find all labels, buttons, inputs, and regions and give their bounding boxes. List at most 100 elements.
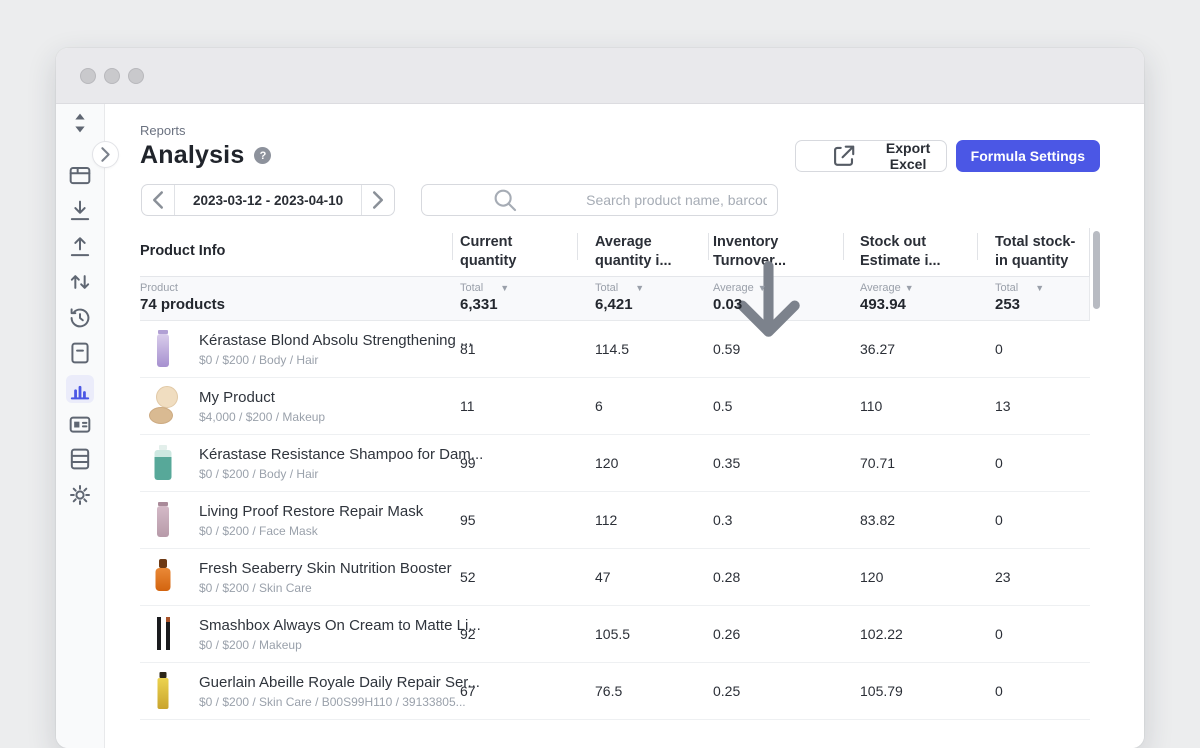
sidebar-item-settings[interactable] — [66, 481, 94, 509]
metric-cell: 0 — [977, 512, 1090, 528]
table-row[interactable]: Guerlain Abeille Royale Daily Repair Ser… — [140, 663, 1090, 720]
table-body: Kérastase Blond Absolu Strengthening ...… — [140, 321, 1090, 720]
metric-cell: 0.59 — [708, 341, 843, 357]
metric-cell: 13 — [977, 398, 1090, 414]
sidebar-item-analysis[interactable] — [66, 375, 94, 403]
metric-cell: 0.26 — [708, 626, 843, 642]
bar-chart-icon — [66, 375, 94, 403]
column-header-product-info[interactable]: Product Info — [140, 228, 452, 276]
metric-cell: 11 — [452, 398, 577, 414]
column-header-total-stock-in[interactable]: Total stock-in quantity — [977, 228, 1090, 276]
metric-cell: 36.27 — [843, 341, 977, 357]
date-range-label[interactable]: 2023-03-12 - 2023-04-10 — [174, 185, 362, 215]
formula-settings-label: Formula Settings — [971, 148, 1085, 164]
metric-cell: 81 — [452, 341, 577, 357]
product-subtitle: $0 / $200 / Makeup — [199, 638, 481, 652]
next-period-button[interactable] — [362, 185, 394, 215]
metric-cell: 0 — [977, 455, 1090, 471]
metric-cell: 52 — [452, 569, 577, 585]
summary-product-count: 74 products — [140, 296, 452, 313]
caret-down-icon[interactable]: ▼ — [1035, 284, 1044, 293]
table-row[interactable]: Smashbox Always On Cream to Matte Li... … — [140, 606, 1090, 663]
sidebar-item-upload[interactable] — [66, 233, 94, 261]
product-thumbnail — [146, 384, 180, 428]
analysis-table: Product Info Current quantity Average qu… — [140, 228, 1090, 720]
main-content: Reports Analysis ? Export Excel Formula … — [105, 104, 1144, 748]
caret-down-icon[interactable]: ▼ — [635, 284, 644, 293]
caret-down-icon[interactable]: ▼ — [758, 284, 767, 293]
metric-cell: 0.3 — [708, 512, 843, 528]
column-header-inventory-turnover[interactable]: Inventory Turnover... — [708, 228, 843, 276]
metric-cell: 76.5 — [577, 683, 708, 699]
metric-cell: 99 — [452, 455, 577, 471]
help-icon[interactable]: ? — [254, 147, 271, 164]
formula-settings-button[interactable]: Formula Settings — [956, 140, 1100, 172]
metric-cell: 6 — [577, 398, 708, 414]
product-name: Living Proof Restore Repair Mask — [199, 503, 423, 520]
export-excel-button[interactable]: Export Excel — [795, 140, 947, 172]
column-header-average-quantity[interactable]: Average quantity i... — [577, 228, 708, 276]
product-thumbnail — [146, 612, 180, 656]
sidebar-expand-button[interactable] — [92, 141, 119, 168]
metric-cell: 120 — [577, 455, 708, 471]
table-row[interactable]: Fresh Seaberry Skin Nutrition Booster $0… — [140, 549, 1090, 606]
product-thumbnail — [146, 669, 180, 713]
metric-cell: 0 — [977, 683, 1090, 699]
product-name: Kérastase Blond Absolu Strengthening ... — [199, 332, 473, 349]
summary-value: 253 — [995, 296, 1089, 313]
window-control-minimize[interactable] — [104, 68, 120, 84]
collapse-vertical-icon — [66, 109, 94, 137]
vertical-scrollbar-thumb[interactable] — [1093, 231, 1100, 309]
product-subtitle: $4,000 / $200 / Makeup — [199, 410, 325, 424]
column-header-stock-out-estimate[interactable]: Stock out Estimate i... — [843, 228, 977, 276]
upload-icon — [66, 233, 94, 261]
sidebar-item-history[interactable] — [66, 304, 94, 332]
metric-cell: 0.35 — [708, 455, 843, 471]
table-header-row: Product Info Current quantity Average qu… — [140, 228, 1090, 277]
metric-cell: 105.5 — [577, 626, 708, 642]
metric-cell: 110 — [843, 398, 977, 414]
metric-cell: 105.79 — [843, 683, 977, 699]
table-row[interactable]: Living Proof Restore Repair Mask $0 / $2… — [140, 492, 1090, 549]
table-row[interactable]: Kérastase Resistance Shampoo for Dam... … — [140, 435, 1090, 492]
window-titlebar — [56, 48, 1144, 104]
metric-cell: 120 — [843, 569, 977, 585]
caret-down-icon[interactable]: ▼ — [500, 284, 509, 293]
sidebar-item-database[interactable] — [66, 445, 94, 473]
product-subtitle: $0 / $200 / Face Mask — [199, 524, 423, 538]
table-row[interactable]: Kérastase Blond Absolu Strengthening ...… — [140, 321, 1090, 378]
sidebar-item-download[interactable] — [66, 197, 94, 225]
sidebar-item-card[interactable] — [66, 410, 94, 438]
product-thumbnail — [146, 498, 180, 542]
search-input[interactable] — [586, 192, 767, 208]
summary-aggregation-selector: Total▼ — [460, 282, 577, 294]
metric-cell: 102.22 — [843, 626, 977, 642]
previous-period-button[interactable] — [142, 185, 174, 215]
table-row[interactable]: My Product $4,000 / $200 / Makeup 11 6 0… — [140, 378, 1090, 435]
window-control-close[interactable] — [80, 68, 96, 84]
summary-label-product: Product — [140, 282, 452, 294]
column-header-current-quantity[interactable]: Current quantity — [452, 228, 577, 276]
product-thumbnail — [146, 441, 180, 485]
search-icon — [432, 185, 578, 215]
sidebar-item-archive[interactable] — [66, 161, 94, 189]
product-subtitle: $0 / $200 / Skin Care / B00S99H110 / 391… — [199, 695, 480, 709]
metric-cell: 0 — [977, 341, 1090, 357]
search-box — [421, 184, 778, 216]
sidebar-item-collapse[interactable] — [66, 109, 94, 137]
chevron-right-icon — [93, 142, 118, 167]
metric-cell: 0 — [977, 626, 1090, 642]
sidebar-item-transfer[interactable] — [66, 268, 94, 296]
breadcrumb: Reports — [140, 123, 186, 138]
caret-down-icon[interactable]: ▼ — [905, 284, 914, 293]
summary-aggregation-selector: Average▼ — [860, 282, 977, 294]
metric-cell: 83.82 — [843, 512, 977, 528]
metric-cell: 0.25 — [708, 683, 843, 699]
page-title: Analysis — [140, 141, 244, 170]
window-control-maximize[interactable] — [128, 68, 144, 84]
summary-value: 6,421 — [595, 296, 708, 313]
summary-value: 6,331 — [460, 296, 577, 313]
summary-value: 0.03 — [713, 296, 843, 313]
sidebar-item-document[interactable] — [66, 339, 94, 367]
archive-icon — [66, 161, 94, 189]
